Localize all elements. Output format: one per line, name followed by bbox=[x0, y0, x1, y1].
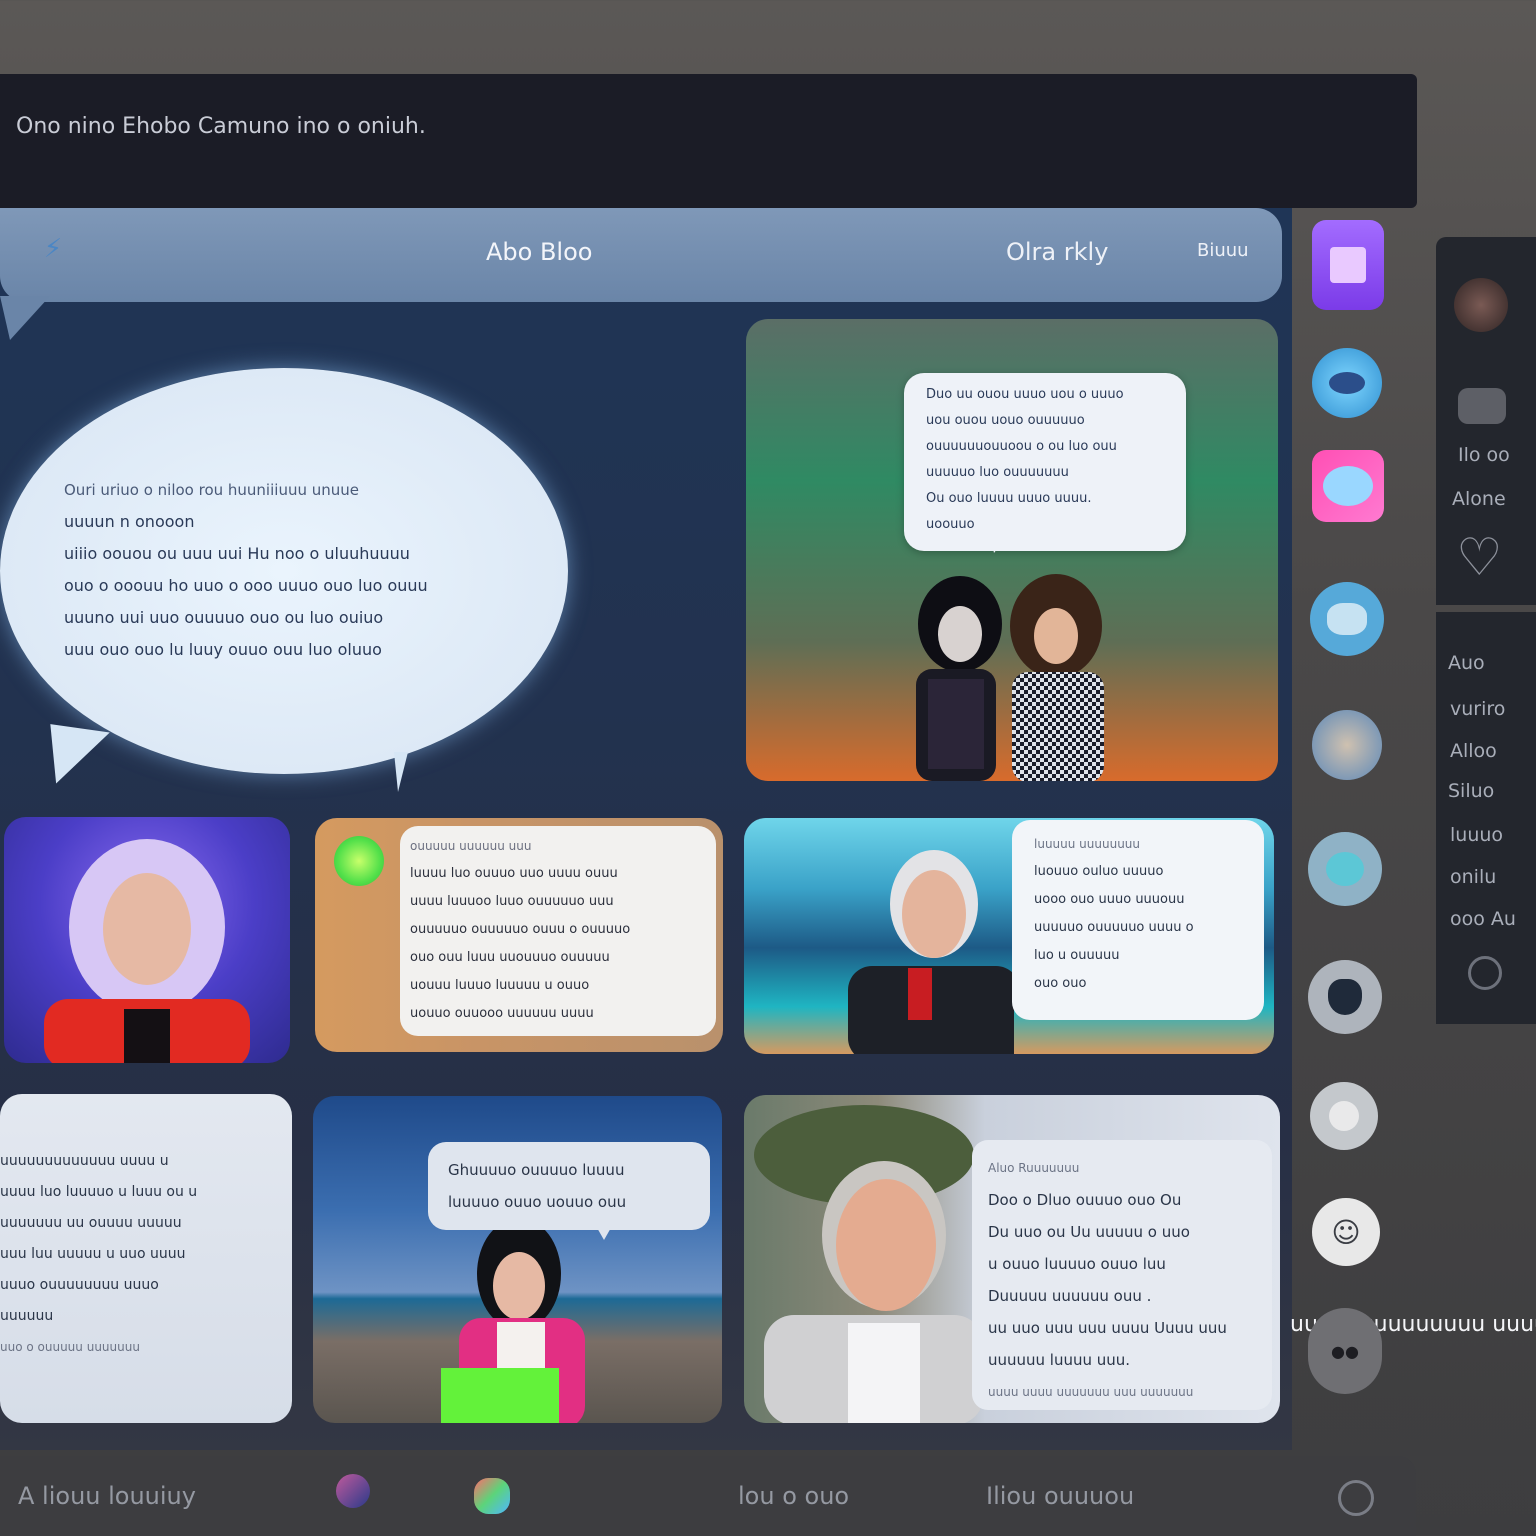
chat-line: luuuu luo ouuuo uuo uuuu ouuu bbox=[410, 866, 618, 881]
chat-card-text: ouuuuu uuuuuu uuu luuuu luo ouuuo uuo uu… bbox=[410, 832, 710, 1028]
speech-bubble-tail bbox=[42, 724, 110, 790]
chat-line: uouuo ouuooo uuuuuu uuuu bbox=[410, 1006, 594, 1021]
chat-line: ouuuuuo ouuuuuo ouuu o ouuuuo bbox=[410, 922, 631, 937]
bottom-bar bbox=[0, 1456, 1416, 1536]
beach-line: uooo ouo uuuo uuuouu bbox=[1034, 892, 1185, 907]
right-panel-item[interactable]: luuuo bbox=[1450, 824, 1503, 846]
speech-line: uuuun n onooon bbox=[64, 512, 195, 531]
shore-line: Ghuuuuo ouuuuo luuuu bbox=[448, 1161, 625, 1179]
elder-line: uu uuo uuu uuu uuuu Uuuu uuu bbox=[988, 1319, 1227, 1337]
speech-line: ouo o ooouu ho uuo o ooo uuuo ouo luo ou… bbox=[64, 576, 428, 595]
at-sign-icon[interactable] bbox=[1338, 1480, 1374, 1516]
elder-line: uuuuuu luuuu uuu. bbox=[988, 1351, 1131, 1369]
portrait-card-woman[interactable] bbox=[4, 817, 290, 1063]
text-line: uuuu luo luuuuo u luuu ou u bbox=[0, 1184, 198, 1200]
speech-line: uuuno uui uuo ouuuuo ouo ou luo ouiuo bbox=[64, 608, 384, 627]
right-panel-item[interactable]: vuriro bbox=[1450, 698, 1505, 720]
heart-icon[interactable]: ♡ bbox=[1456, 530, 1503, 586]
chat-line: uouuu luuuo luuuuu u ouuo bbox=[410, 978, 590, 993]
elder-line: Du uuo ou Uu uuuuu o uuo bbox=[988, 1223, 1190, 1241]
beach-line: luouuo ouluo uuuuo bbox=[1034, 864, 1164, 879]
chat-line: ouo ouu luuu uuouuuo ouuuuu bbox=[410, 950, 610, 965]
beach-line: uuuuuo ouuuuuo uuuu o bbox=[1034, 920, 1194, 935]
elder-line: Doo o Dluo ouuuo ouo Ou bbox=[988, 1191, 1182, 1209]
chat-line: uuuu luuuoo luuo ouuuuuo uuu bbox=[410, 894, 614, 909]
right-panel-item[interactable]: Ilo oo bbox=[1458, 444, 1510, 466]
colorful-leaf-icon[interactable] bbox=[474, 1478, 510, 1514]
camera-icon[interactable] bbox=[1458, 388, 1506, 424]
text-line: uuuuuu bbox=[0, 1308, 54, 1324]
header-right-label[interactable]: Olra rkly bbox=[1006, 238, 1108, 266]
cloud-icon[interactable] bbox=[1312, 450, 1384, 522]
right-panel-item[interactable]: Auo bbox=[1448, 652, 1485, 674]
teal-blob-icon[interactable] bbox=[1308, 832, 1382, 906]
gc-line: uoouuo bbox=[926, 517, 975, 532]
globe-icon[interactable] bbox=[1310, 1082, 1378, 1150]
beach-line: luuuuu uuuuuuuu bbox=[1034, 837, 1141, 851]
gc-line: uou ouou uouo ouuuuuo bbox=[926, 413, 1085, 428]
fish-icon[interactable] bbox=[1312, 348, 1382, 418]
elder-portrait-illustration bbox=[754, 1105, 980, 1423]
shield-icon[interactable] bbox=[1308, 960, 1382, 1034]
chat-line: ouuuuu uuuuuu uuu bbox=[410, 839, 532, 853]
text-line: uuu luu uuuuu u uuo uuuu bbox=[0, 1246, 186, 1262]
right-panel-item[interactable]: Alloo bbox=[1450, 740, 1497, 762]
woman-portrait-illustration bbox=[44, 839, 250, 1063]
people-photo-icon[interactable] bbox=[1312, 710, 1382, 780]
text-line: uuuuuuu uu ouuuu uuuuu bbox=[0, 1215, 182, 1231]
elder-card-text: Aluo Ruuuuuuu Doo o Dluo ouuuo ouo Ou Du… bbox=[988, 1152, 1260, 1408]
right-panel-item[interactable]: ooo Au bbox=[1450, 908, 1516, 930]
text-line: uuuuuuuuuuuuu uuuu u bbox=[0, 1153, 169, 1169]
speech-line: uiiio oouou ou uuu uui Hu noo o uluuhuuu… bbox=[64, 544, 410, 563]
gc-line: Duo uu ouou uuuo uou o uuuo bbox=[926, 387, 1124, 402]
man-portrait-illustration bbox=[848, 850, 1014, 1054]
speech-line: Ouri uriuo o niloo rou huuniiiuuu unuue bbox=[64, 481, 359, 499]
avatar[interactable] bbox=[1454, 278, 1508, 332]
bottom-bar-left-label[interactable]: A liouu louuiuy bbox=[18, 1482, 196, 1510]
gc-line: Ou ouo luuuu uuuo uuuu. bbox=[926, 491, 1092, 506]
purple-square-icon[interactable] bbox=[1312, 220, 1384, 310]
shore-card-text: Ghuuuuo ouuuuo luuuu luuuuo ouuo uouuo o… bbox=[448, 1154, 698, 1218]
speech-bubble-tail-small bbox=[394, 752, 408, 792]
right-panel-item[interactable]: Alone bbox=[1452, 488, 1506, 510]
green-chat-icon[interactable] bbox=[334, 836, 384, 886]
beach-card-text: luuuuu uuuuuuuu luouuo ouluo uuuuo uooo … bbox=[1034, 830, 1250, 998]
spiral-icon[interactable] bbox=[1468, 956, 1502, 990]
text-card-text: uuuuuuuuuuuuu uuuu u uuuu luo luuuuo u l… bbox=[0, 1146, 286, 1363]
header-button[interactable]: Biuuu bbox=[1197, 240, 1249, 261]
header-title: Abo Bloo bbox=[486, 238, 593, 266]
window-caption: Ono nino Ehobo Camuno ino o oniuh. bbox=[16, 114, 426, 139]
bolt-icon[interactable]: ⚡ bbox=[36, 232, 70, 266]
text-line: uuo o ouuuuu uuuuuuu bbox=[0, 1340, 140, 1354]
robot-icon[interactable]: ●● bbox=[1308, 1308, 1382, 1394]
right-panel-item[interactable]: Siluo bbox=[1448, 780, 1494, 802]
brain-icon[interactable] bbox=[1310, 582, 1384, 656]
text-line: uuuo ouuuuuuuu uuuo bbox=[0, 1277, 159, 1293]
gradient-card-text: Duo uu ouou uuuo uou o uuuo uou ouou uou… bbox=[926, 382, 1166, 538]
right-panel-item[interactable]: onilu bbox=[1450, 866, 1496, 888]
top-bar bbox=[0, 74, 1417, 208]
elder-line: u ouuo luuuuo ouuo luu bbox=[988, 1255, 1166, 1273]
beach-line: luo u ouuuuu bbox=[1034, 948, 1120, 963]
sphere-icon[interactable] bbox=[336, 1474, 370, 1508]
bottom-bar-right-label[interactable]: Iliou ouuuou bbox=[986, 1482, 1134, 1510]
elder-line: Aluo Ruuuuuuu bbox=[988, 1161, 1080, 1175]
speech-bubble-text: Ouri uriuo o niloo rou huuniiiuuu unuue … bbox=[64, 474, 514, 666]
beach-line: ouo ouo bbox=[1034, 976, 1087, 991]
bottom-bar-middle-label[interactable]: lou o ouo bbox=[738, 1482, 849, 1510]
speech-line: uuu ouo ouo lu luuy ouuo ouu luo oluuo bbox=[64, 640, 382, 659]
gc-line: uuuuuo luo ouuuuuuu bbox=[926, 465, 1069, 480]
gc-line: ouuuuuuouuoou o ou luo ouu bbox=[926, 439, 1117, 454]
elder-line: uuuu uuuu uuuuuuu uuu uuuuuuu bbox=[988, 1385, 1194, 1399]
elder-line: Duuuuu uuuuuu ouu . bbox=[988, 1287, 1152, 1305]
shore-line: luuuuo ouuo uouuo ouu bbox=[448, 1193, 627, 1211]
emoji-icon[interactable]: ☺ bbox=[1312, 1198, 1380, 1266]
